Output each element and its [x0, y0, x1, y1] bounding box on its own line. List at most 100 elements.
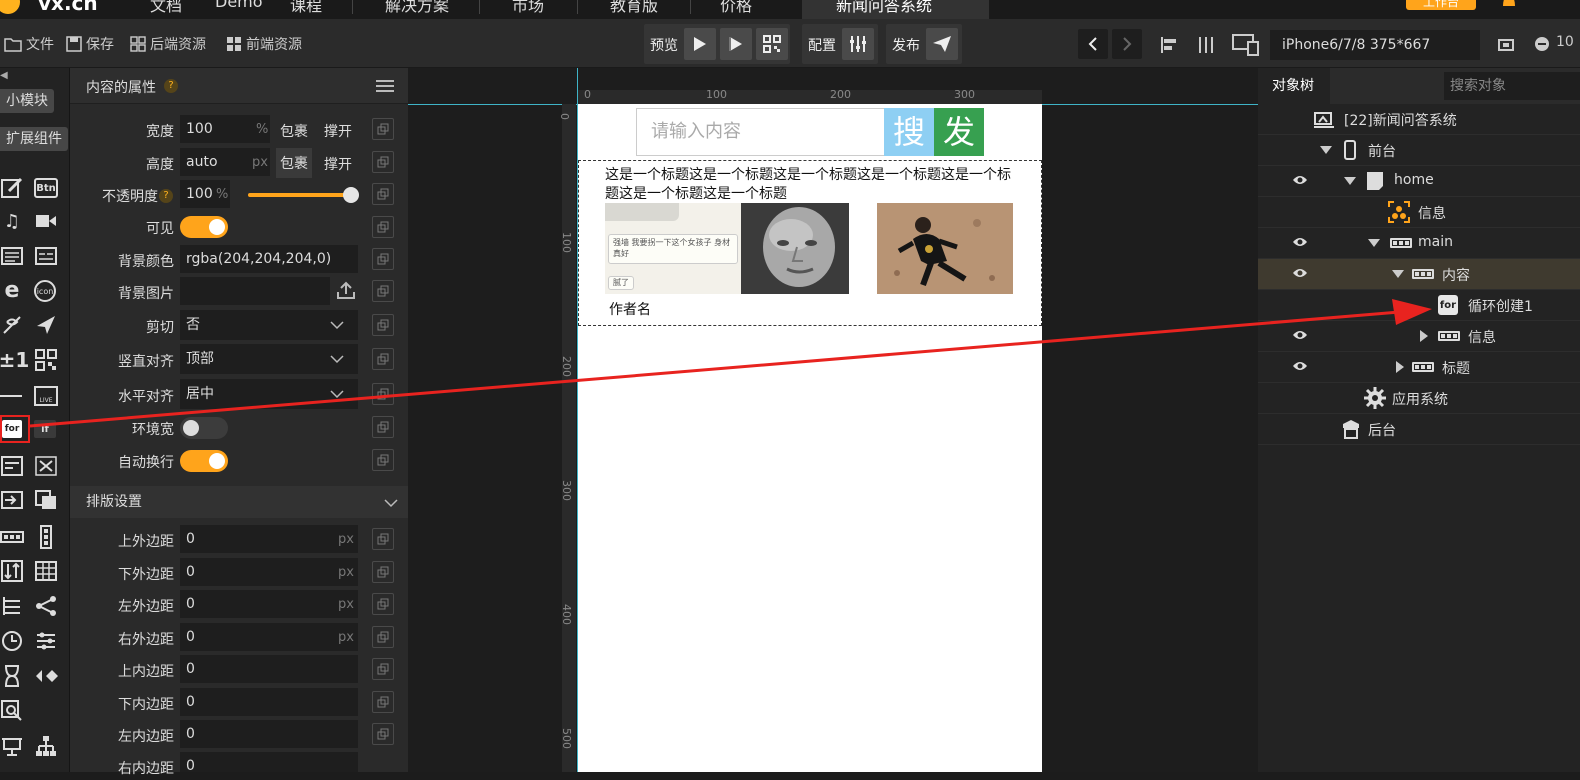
tree-row-loop[interactable]: for 循环创建1 — [1258, 290, 1580, 321]
icon-component-icon[interactable]: icon — [34, 280, 56, 302]
hierarchy-icon[interactable] — [34, 734, 58, 758]
nav-education[interactable]: 教育版 — [610, 0, 658, 16]
link-icon[interactable] — [372, 626, 394, 648]
link-icon[interactable] — [372, 216, 394, 238]
diamond-arrows-icon[interactable] — [34, 664, 58, 688]
search-input[interactable]: 请输入内容 — [636, 108, 886, 156]
table-icon[interactable] — [34, 559, 58, 583]
live-component-icon[interactable]: LIVE — [34, 386, 58, 406]
config-button[interactable] — [842, 28, 874, 60]
qrcode-component-icon[interactable] — [34, 348, 58, 372]
link-icon[interactable] — [372, 348, 394, 370]
align-left-icon[interactable] — [1160, 36, 1180, 54]
presentation-icon[interactable] — [0, 734, 24, 758]
sort-icon[interactable] — [0, 559, 24, 583]
share-icon[interactable] — [34, 594, 58, 618]
row-layout-icon[interactable] — [0, 525, 24, 549]
padding-top-input[interactable]: 0 — [180, 655, 358, 683]
adjust-icon[interactable] — [34, 629, 58, 653]
link-icon[interactable] — [372, 593, 394, 615]
logo-text[interactable]: vx.cn — [38, 0, 98, 15]
tree-row-main[interactable]: main — [1258, 228, 1580, 259]
eye-icon[interactable] — [1292, 267, 1308, 279]
plane-icon[interactable] — [34, 313, 58, 337]
padding-bottom-input[interactable]: 0 — [180, 688, 358, 716]
publish-button[interactable] — [926, 28, 958, 60]
caret-down-icon[interactable] — [1392, 270, 1404, 278]
file-menu[interactable]: 文件 — [4, 34, 54, 54]
eye-icon[interactable] — [1292, 174, 1308, 186]
layers-icon[interactable] — [34, 488, 58, 512]
hourglass-icon[interactable] — [0, 664, 24, 688]
nav-courses[interactable]: 课程 — [290, 0, 322, 16]
shuffle-icon[interactable] — [34, 454, 58, 478]
nav-docs[interactable]: 文档 — [150, 0, 182, 16]
tab-object-tree[interactable]: 对象树 — [1258, 68, 1330, 104]
margin-left-input[interactable]: 0 — [180, 590, 358, 618]
link-icon[interactable] — [372, 723, 394, 745]
tree-list-icon[interactable] — [0, 594, 24, 618]
height-wrap-button[interactable]: 包裹 — [276, 148, 312, 178]
envwidth-toggle[interactable] — [180, 417, 228, 439]
content-container[interactable]: 这是一个标题这是一个标题这是一个标题这是一个标题这是一个标题这是一个标题这是一个… — [578, 160, 1042, 326]
help-icon[interactable]: ? — [159, 189, 173, 203]
link-icon[interactable] — [372, 449, 394, 471]
form-icon[interactable] — [0, 454, 24, 478]
link-icon[interactable] — [372, 248, 394, 270]
logo-icon[interactable] — [0, 0, 20, 14]
save-button[interactable]: 保存 — [66, 34, 114, 54]
link-icon[interactable] — [372, 383, 394, 405]
width-wrap-button[interactable]: 包裹 — [280, 121, 308, 141]
text-block-icon[interactable] — [0, 244, 24, 268]
search-zoom-icon[interactable] — [0, 699, 24, 723]
nav-solutions[interactable]: 解决方案 — [385, 0, 449, 16]
autowrap-toggle[interactable] — [180, 450, 228, 472]
width-fill-button[interactable]: 撑开 — [324, 121, 352, 141]
upload-icon[interactable] — [336, 280, 356, 300]
caret-right-icon[interactable] — [1420, 330, 1428, 342]
link-icon[interactable] — [372, 658, 394, 680]
height-fill-button[interactable]: 撑开 — [324, 154, 352, 174]
import-icon[interactable] — [0, 488, 24, 512]
project-tab[interactable]: 新闻问答系统 — [802, 0, 989, 19]
bell-icon[interactable] — [1500, 0, 1518, 8]
margin-bottom-input[interactable]: 0 — [180, 558, 358, 586]
link-icon[interactable] — [372, 314, 394, 336]
eye-icon[interactable] — [1292, 360, 1308, 372]
nav-demo[interactable]: Demo — [215, 0, 263, 11]
search-button[interactable]: 搜 — [884, 108, 934, 156]
link-icon[interactable] — [372, 151, 394, 173]
caret-down-icon[interactable] — [1320, 146, 1332, 154]
card-icon[interactable] — [34, 244, 58, 268]
location-icon[interactable] — [0, 313, 24, 337]
tree-row-project[interactable]: [22]新闻问答系统 — [1258, 104, 1580, 135]
clip-select[interactable]: 否 — [180, 310, 358, 340]
clock-icon[interactable] — [0, 629, 24, 653]
nav-market[interactable]: 市场 — [512, 0, 544, 16]
column-layout-icon[interactable] — [34, 525, 58, 549]
layout-section-header[interactable]: 排版设置 — [70, 486, 408, 518]
halign-select[interactable]: 居中 — [180, 379, 358, 409]
tree-search-input[interactable]: 搜索对象 — [1444, 72, 1580, 100]
if-component-icon[interactable]: if — [34, 420, 56, 438]
backend-assets-button[interactable]: 后端资源 — [130, 34, 206, 54]
margin-right-input[interactable]: 0 — [180, 623, 358, 651]
device-select[interactable]: iPhone6/7/8 375*667 — [1270, 30, 1480, 60]
padding-right-input[interactable]: 0 — [180, 752, 358, 774]
send-button[interactable]: 发 — [934, 108, 984, 156]
margin-top-input[interactable]: 0 — [180, 525, 358, 553]
tree-row-info-2[interactable]: 信息 — [1258, 321, 1580, 352]
link-icon[interactable] — [372, 416, 394, 438]
video-icon[interactable] — [34, 209, 58, 233]
frontend-assets-button[interactable]: 前端资源 — [226, 34, 302, 54]
eye-icon[interactable] — [1292, 236, 1308, 248]
play-step-button[interactable] — [720, 28, 752, 60]
visible-toggle[interactable] — [180, 216, 228, 238]
caret-down-icon[interactable] — [1368, 239, 1380, 247]
tree-row-frontend[interactable]: 前台 — [1258, 135, 1580, 166]
caret-down-icon[interactable] — [1344, 177, 1356, 185]
caret-right-icon[interactable] — [1396, 361, 1404, 373]
link-icon[interactable] — [372, 183, 394, 205]
qrcode-button[interactable] — [756, 28, 788, 60]
zoom-out-icon[interactable] — [1534, 36, 1550, 52]
